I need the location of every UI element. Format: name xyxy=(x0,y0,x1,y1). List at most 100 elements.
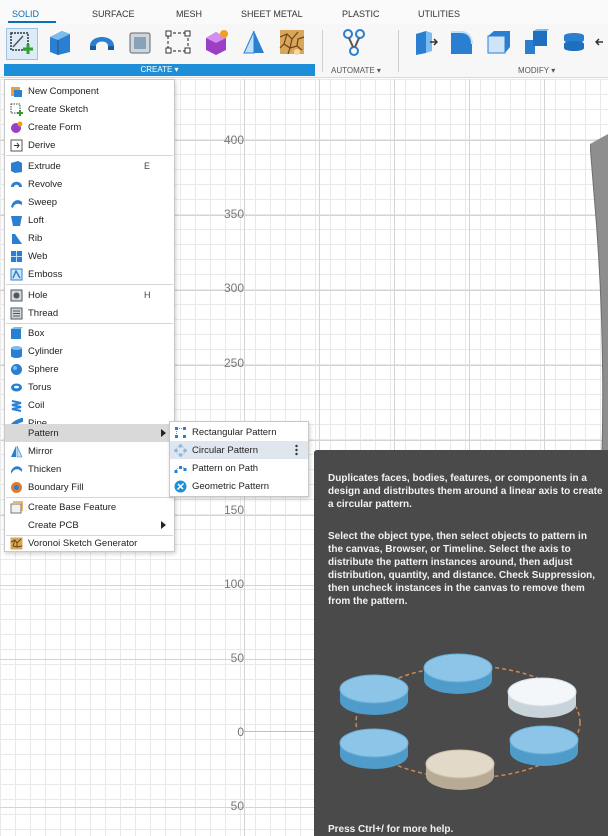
menu-item-web[interactable]: Web xyxy=(5,247,174,265)
press-pull-tool[interactable] xyxy=(408,26,440,58)
menu-item-label: Sweep xyxy=(28,196,58,208)
create-form-tool[interactable] xyxy=(200,26,232,58)
pattern-instance-disc xyxy=(339,674,409,715)
menu-item-rectangular-pattern[interactable]: Rectangular Pattern xyxy=(170,423,308,441)
menu-item-coil[interactable]: Coil xyxy=(5,396,174,414)
revolve-icon xyxy=(10,178,23,191)
automate-tool[interactable] xyxy=(338,26,370,58)
menu-item-rib[interactable]: Rib xyxy=(5,229,174,247)
menu-item-create-form[interactable]: Create Form xyxy=(5,118,174,136)
sweep-icon xyxy=(10,196,23,209)
workspace-tabs: SOLID SURFACE MESH SHEET METAL PLASTIC U… xyxy=(0,0,608,24)
pattern-instance-disc xyxy=(423,653,493,694)
more-arrow-icon[interactable] xyxy=(592,26,608,58)
voronoi-tool[interactable] xyxy=(276,26,308,58)
menu-item-emboss[interactable]: Emboss xyxy=(5,265,174,283)
menu-item-label: Create PCB xyxy=(28,519,79,531)
tooltip-instructions: Select the object type, then select obje… xyxy=(328,531,596,607)
tab-solid[interactable]: SOLID xyxy=(12,9,39,19)
modify-dropdown-button[interactable]: MODIFY ▾ xyxy=(518,65,555,77)
menu-item-create-pcb[interactable]: Create PCB xyxy=(5,516,174,534)
extrude-tool[interactable] xyxy=(44,26,76,58)
axis-tick-label: 250 xyxy=(223,356,244,370)
tab-sheet-metal[interactable]: SHEET METAL xyxy=(241,9,303,19)
menu-item-cylinder[interactable]: Cylinder xyxy=(5,342,174,360)
draft-tool[interactable] xyxy=(238,26,270,58)
menu-item-sphere[interactable]: Sphere xyxy=(5,360,174,378)
tab-mesh[interactable]: MESH xyxy=(176,9,202,19)
rectangular-pattern-icon xyxy=(174,426,187,439)
menu-item-circular-pattern[interactable]: Circular Pattern xyxy=(170,441,308,459)
menu-item-create-base-feature[interactable]: Create Base Feature xyxy=(5,498,174,516)
boundary-fill-icon xyxy=(10,481,23,494)
menu-item-label: Create Form xyxy=(28,121,82,133)
tab-surface[interactable]: SURFACE xyxy=(92,9,135,19)
menu-item-thicken[interactable]: Thicken xyxy=(5,460,174,478)
hole-icon xyxy=(10,289,23,302)
axis-tick-label: 400 xyxy=(223,133,244,147)
menu-item-label: Voronoi Sketch Generator xyxy=(28,537,138,549)
menu-item-create-sketch[interactable]: Create Sketch xyxy=(5,100,174,118)
create-base-feature-icon xyxy=(10,500,23,514)
menu-item-pattern-on-path[interactable]: Pattern on Path xyxy=(170,459,308,477)
menu-item-thread[interactable]: Thread xyxy=(5,304,174,322)
pattern-instance-disc xyxy=(507,677,577,718)
thread-icon xyxy=(10,307,23,320)
fillet-tool[interactable] xyxy=(445,26,477,58)
menu-item-label: Mirror xyxy=(28,445,53,457)
menu-item-pattern[interactable]: Pattern xyxy=(5,424,174,442)
shortcut-key: E xyxy=(144,161,151,171)
emboss-icon xyxy=(10,268,23,281)
menu-item-label: Create Base Feature xyxy=(28,501,117,513)
shell-tool[interactable] xyxy=(125,26,157,58)
pattern-instance-disc-suppressed xyxy=(425,749,495,790)
extrude-icon xyxy=(10,160,23,173)
automate-dropdown-button[interactable]: AUTOMATE ▾ xyxy=(331,65,381,77)
create-sketch-tool[interactable] xyxy=(6,26,38,58)
combine-tool[interactable] xyxy=(520,26,552,58)
fillet-icon xyxy=(451,31,473,54)
menu-item-label: Revolve xyxy=(28,178,63,190)
menu-item-derive[interactable]: Derive xyxy=(5,136,174,154)
press-pull-icon xyxy=(416,31,438,55)
sketch-points-tool[interactable] xyxy=(162,26,194,58)
voronoi-icon xyxy=(279,30,305,55)
chamfer-tool[interactable] xyxy=(482,26,514,58)
mirror-icon xyxy=(10,445,23,458)
menu-item-voronoi-sketch-generator[interactable]: Voronoi Sketch Generator xyxy=(5,534,174,552)
new-component-icon xyxy=(10,85,23,98)
menu-item-sweep[interactable]: Sweep xyxy=(5,193,174,211)
menu-item-loft[interactable]: Loft xyxy=(5,211,174,229)
create-form-icon xyxy=(206,30,228,55)
box-icon xyxy=(10,326,23,340)
menu-item-mirror[interactable]: Mirror xyxy=(5,442,174,460)
menu-item-new-component[interactable]: New Component xyxy=(5,82,174,100)
pattern-submenu: Rectangular Pattern Circular Pattern Pat… xyxy=(169,421,309,497)
menu-item-revolve[interactable]: Revolve xyxy=(5,175,174,193)
torus-icon xyxy=(10,381,23,394)
menu-item-label: Hole xyxy=(28,289,48,301)
axis-tick-label: 50 xyxy=(230,799,244,813)
menu-item-extrude[interactable]: Extrude E xyxy=(5,157,174,175)
menu-item-geometric-pattern[interactable]: Geometric Pattern xyxy=(170,477,308,495)
axis-tick-label: 0 xyxy=(237,725,244,739)
menu-item-hole[interactable]: Hole H xyxy=(5,286,174,304)
menu-item-label: Thread xyxy=(28,307,59,319)
menu-item-label: Create Sketch xyxy=(28,103,89,115)
menu-item-box[interactable]: Box xyxy=(5,324,174,342)
tab-plastic[interactable]: PLASTIC xyxy=(342,9,380,19)
axis-tick-label: 150 xyxy=(223,503,244,517)
menu-item-boundary-fill[interactable]: Boundary Fill xyxy=(5,478,174,496)
create-dropdown-button[interactable]: CREATE ▾ xyxy=(4,64,315,76)
model-body[interactable] xyxy=(590,134,608,454)
create-sketch-icon xyxy=(10,103,23,116)
replace-face-tool[interactable] xyxy=(558,26,590,58)
more-options-icon[interactable] xyxy=(295,444,298,456)
menu-item-label: Boundary Fill xyxy=(28,481,84,493)
menu-item-torus[interactable]: Torus xyxy=(5,378,174,396)
revolve-tool[interactable] xyxy=(86,26,118,58)
shell-icon xyxy=(129,32,151,54)
circular-pattern-illustration xyxy=(339,653,581,790)
create-form-icon xyxy=(10,121,23,134)
tab-utilities[interactable]: UTILITIES xyxy=(418,9,460,19)
